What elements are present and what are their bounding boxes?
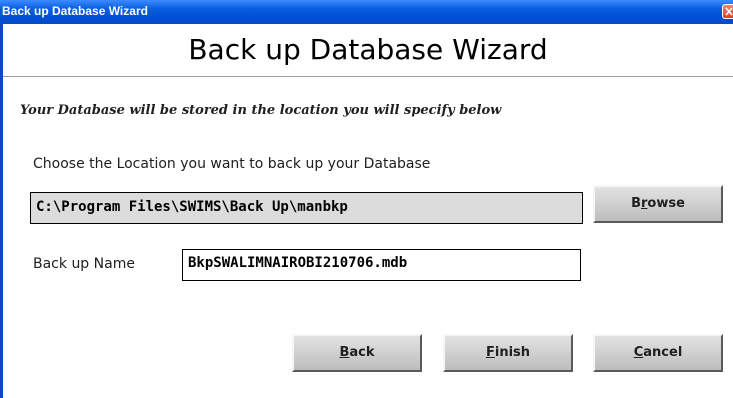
browse-label-start: B <box>631 196 641 211</box>
back-button[interactable]: Back <box>292 334 422 372</box>
close-icon <box>725 7 733 16</box>
backup-name-label: Back up Name <box>33 256 135 272</box>
close-button[interactable] <box>722 4 733 19</box>
title-bar[interactable]: Back up Database Wizard <box>0 0 733 24</box>
window-title: Back up Database Wizard <box>2 4 148 18</box>
cancel-label-end: ancel <box>643 345 683 360</box>
cancel-button[interactable]: Cancel <box>593 334 723 372</box>
backup-name-field[interactable]: BkpSWALIMNAIROBI210706.mdb <box>182 249 581 281</box>
wizard-header: Back up Database Wizard <box>3 24 733 77</box>
back-accelerator: B <box>339 345 350 360</box>
back-label-end: ack <box>349 345 375 360</box>
browse-button[interactable]: Browse <box>593 185 723 223</box>
finish-accelerator: F <box>485 345 495 360</box>
finish-button[interactable]: Finish <box>443 334 573 372</box>
location-field: C:\Program Files\SWIMS\Back Up\manbkp <box>30 192 583 224</box>
window-frame-left <box>0 24 3 398</box>
location-label: Choose the Location you want to back up … <box>33 156 431 172</box>
finish-label-end: inish <box>494 345 531 360</box>
instruction-text: Your Database will be stored in the loca… <box>20 103 502 118</box>
cancel-accelerator: C <box>633 345 644 360</box>
page-title: Back up Database Wizard <box>188 33 548 66</box>
browse-label-end: owse <box>647 196 685 211</box>
